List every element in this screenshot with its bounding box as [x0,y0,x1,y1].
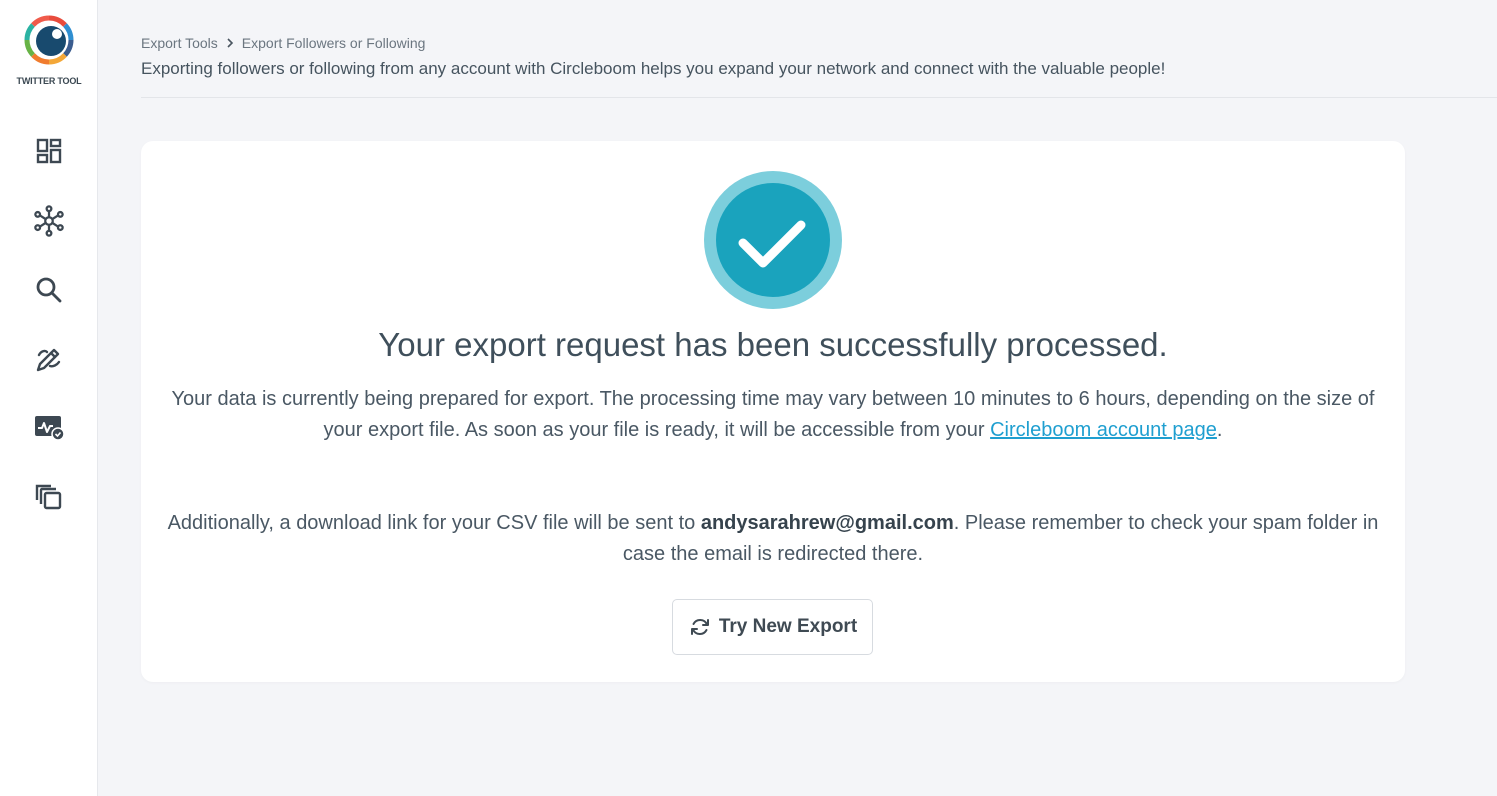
success-title: Your export request has been successfull… [378,326,1168,363]
try-new-export-label: Try New Export [718,616,858,637]
sidebar-item-dashboard[interactable] [33,135,65,167]
email-message: Additionally, a download link for your C… [161,508,1385,570]
sidebar: TWITTER TOOL [0,0,98,796]
sidebar-item-analytics[interactable] [33,412,65,444]
sidebar-item-design[interactable] [33,343,65,375]
breadcrumb-export-tools[interactable]: Export Tools [141,35,218,51]
sidebar-item-network[interactable] [33,205,65,237]
success-check-icon [704,171,842,314]
processing-message-end: . [1216,419,1223,441]
search-icon [36,277,62,303]
logo[interactable]: TWITTER TOOL [0,14,98,86]
circleboom-logo-icon [24,15,74,65]
refresh-icon [690,619,709,635]
result-card: Your export request has been successfull… [141,141,1405,682]
chevron-right-icon [225,37,235,49]
email-address: andysarahrew@gmail.com [700,512,954,534]
breadcrumb: Export Tools Export Followers or Followi… [141,28,1497,58]
copy-icon [35,484,62,510]
page-subtitle: Exporting followers or following from an… [141,59,1166,78]
network-icon [34,205,64,237]
email-message-start: Additionally, a download link for your C… [167,512,701,534]
try-new-export-button[interactable]: Try New Export [672,599,873,655]
page-header: Export Tools Export Followers or Followi… [141,28,1497,98]
sidebar-item-copy[interactable] [33,481,65,513]
processing-message: Your data is currently being prepared fo… [161,384,1385,446]
breadcrumb-export-followers[interactable]: Export Followers or Following [242,35,426,51]
account-page-link[interactable]: Circleboom account page [990,419,1217,441]
dashboard-icon [36,138,62,164]
analytics-icon [35,416,65,441]
design-pencil-icon [36,348,61,372]
logo-text: TWITTER TOOL [16,76,82,86]
sidebar-item-search[interactable] [33,274,65,306]
